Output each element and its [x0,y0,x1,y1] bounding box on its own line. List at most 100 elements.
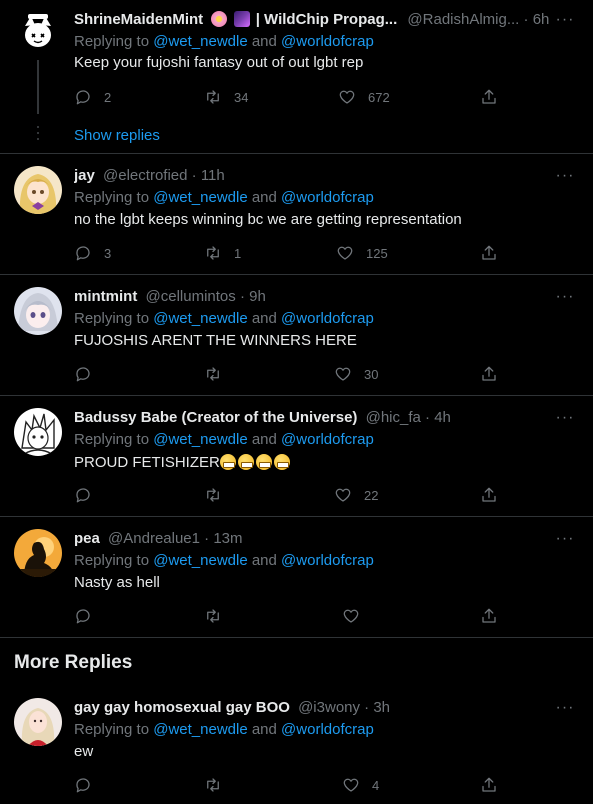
retweet-button[interactable] [204,364,234,384]
mention-link[interactable]: @wet_newdle [153,552,247,569]
reply-count: 2 [104,89,112,105]
share-button[interactable] [480,606,498,626]
reply-icon [76,367,90,382]
heart-icon [335,488,351,502]
tweet-text: ew [74,743,94,760]
avatar[interactable] [14,529,62,577]
reply-tweet[interactable]: jay @electrofied · 11h ··· Replying to @… [0,154,593,275]
share-button[interactable] [480,364,498,384]
more-options-icon[interactable]: ··· [555,529,575,549]
more-options-icon[interactable]: ··· [555,166,575,186]
like-count: 125 [366,245,388,261]
like-button[interactable] [342,606,360,626]
mention-link[interactable]: @worldofcrap [281,431,374,448]
share-button[interactable] [480,243,498,263]
replying-prefix: Replying to [74,431,150,448]
retweet-button[interactable]: 1 [204,243,241,263]
more-options-icon[interactable]: ··· [555,408,575,428]
more-options-icon[interactable]: ··· [555,698,575,718]
like-button[interactable]: 30 [334,364,378,384]
share-button[interactable] [480,485,498,505]
reply-button[interactable]: 2 [74,87,111,107]
tweet-text: Keep your fujoshi fantasy out of out lgb… [74,54,364,71]
mention-link[interactable]: @worldofcrap [281,721,374,738]
like-button[interactable]: 4 [342,775,379,795]
reply-tweet[interactable]: ShrineMaidenMint | WildChip Propag... @R… [0,0,593,154]
avatar-image [14,529,62,577]
display-name[interactable]: jay [74,167,95,184]
avatar[interactable] [14,8,62,56]
mention-link[interactable]: @wet_newdle [153,189,247,206]
avatar[interactable] [14,408,62,456]
avatar[interactable] [14,166,62,214]
retweet-button[interactable] [204,775,222,795]
retweet-icon [207,367,219,381]
show-replies-link[interactable]: Show replies [74,126,160,146]
mention-link[interactable]: @wet_newdle [153,33,247,50]
display-name[interactable]: gay gay homosexual gay BOO [74,699,290,716]
tweet-actions [74,606,496,626]
handle[interactable]: @i3wony [298,699,360,716]
like-button[interactable]: 672 [338,87,390,107]
replying-and: and [251,721,277,738]
display-name[interactable]: Badussy Babe (Creator of the Universe) [74,409,357,426]
avatar[interactable] [14,287,62,335]
display-name[interactable]: pea [74,530,100,547]
display-name[interactable]: ShrineMaidenMint [74,11,203,28]
handle[interactable]: @hic_fa [366,409,421,426]
reply-tweet[interactable]: Badussy Babe (Creator of the Universe) @… [0,396,593,517]
timestamp[interactable]: 13m [213,530,242,547]
mention-link[interactable]: @worldofcrap [281,189,374,206]
mention-link[interactable]: @worldofcrap [281,310,374,327]
replying-and: and [251,33,277,50]
more-options-icon[interactable]: ··· [555,10,575,30]
mention-link[interactable]: @wet_newdle [153,431,247,448]
avatar[interactable] [14,698,62,746]
share-button[interactable] [480,87,498,107]
timestamp[interactable]: 3h [373,699,390,716]
reply-tweet[interactable]: mintmint @cellumintos · 9h ··· Replying … [0,275,593,396]
timestamp[interactable]: 6h [533,11,549,28]
reply-tweet[interactable]: pea @Andrealue1 · 13m ··· Replying to @w… [0,517,593,638]
mention-link[interactable]: @wet_newdle [153,721,247,738]
retweet-button[interactable] [204,485,234,505]
timestamp[interactable]: 9h [249,288,266,305]
mention-link[interactable]: @worldofcrap [281,552,374,569]
dot-separator: · [523,11,529,28]
handle[interactable]: @Andrealue1 [108,530,200,547]
replying-to: Replying to @wet_newdle and @worldofcrap [74,188,374,208]
avatar-image [14,287,62,335]
timestamp[interactable]: 11h [201,167,225,184]
retweet-icon [207,778,219,792]
more-options-icon[interactable]: ··· [555,287,575,307]
tweet-actions: 4 [74,775,496,795]
reply-button[interactable] [74,485,104,505]
retweet-count: 1 [234,245,242,261]
reply-button[interactable]: 3 [74,243,111,263]
retweet-button[interactable]: 34 [204,87,248,107]
heart-icon [343,609,359,623]
like-button[interactable]: 22 [334,485,378,505]
retweet-button[interactable] [204,606,222,626]
thread-dot [37,132,39,134]
avatar-image [14,8,62,56]
reply-button[interactable] [74,606,92,626]
share-button[interactable] [480,775,498,795]
mention-link[interactable]: @wet_newdle [153,310,247,327]
reply-tweet[interactable]: gay gay homosexual gay BOO @i3wony · 3h … [0,686,593,804]
dot-separator: · [239,288,245,305]
share-icon [482,89,496,104]
display-name-suffix[interactable]: | WildChip Propag... [256,11,398,28]
reply-button[interactable] [74,775,92,795]
mention-link[interactable]: @worldofcrap [281,33,374,50]
display-name[interactable]: mintmint [74,288,137,305]
handle[interactable]: @RadishAlmig... [407,11,519,28]
like-count: 672 [368,89,390,105]
tweet-actions: 3 1 125 [74,243,496,263]
timestamp[interactable]: 4h [434,409,451,426]
handle[interactable]: @electrofied [103,167,187,184]
reply-button[interactable] [74,364,104,384]
handle[interactable]: @cellumintos [146,288,236,305]
like-button[interactable]: 125 [336,243,388,263]
tweet-header: Badussy Babe (Creator of the Universe) @… [74,408,549,428]
